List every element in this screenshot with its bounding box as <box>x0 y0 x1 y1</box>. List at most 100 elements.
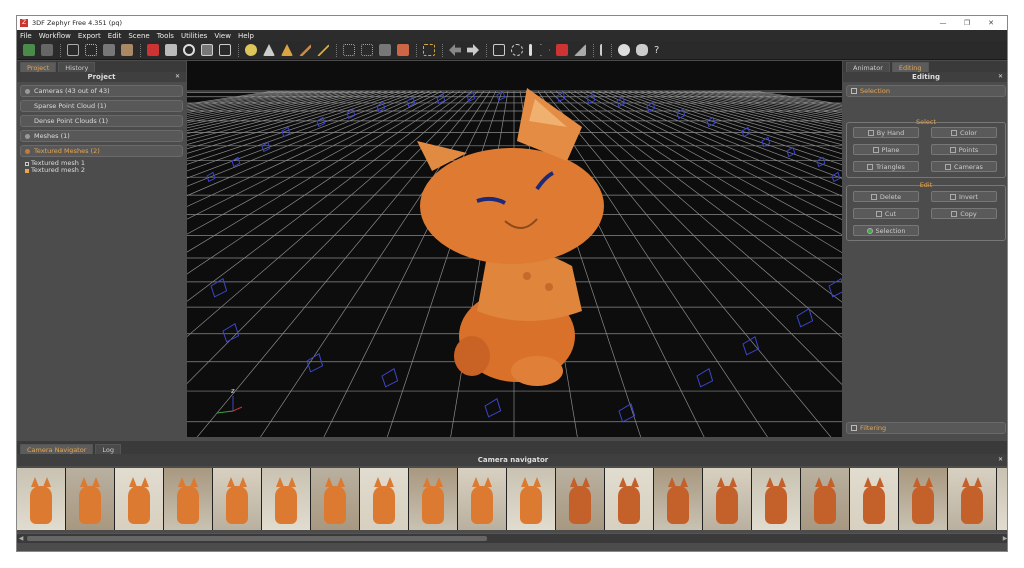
camera-icon[interactable] <box>165 44 177 56</box>
ruler-icon[interactable] <box>529 44 532 56</box>
camera-thumbnail[interactable] <box>899 468 947 530</box>
save-project-icon[interactable] <box>41 44 53 56</box>
scroll-left-arrow-icon[interactable]: ◀ <box>17 534 25 543</box>
filtering-section-header[interactable]: Filtering <box>846 422 1006 434</box>
tab-history[interactable]: History <box>58 62 96 72</box>
scene-canvas[interactable]: z <box>187 61 842 437</box>
edit-selection-button[interactable]: Selection <box>853 225 919 236</box>
redo-icon[interactable] <box>467 44 479 56</box>
menu-edit[interactable]: Edit <box>108 32 122 40</box>
edit-mesh-icon[interactable] <box>397 44 409 56</box>
camera-thumbnail[interactable] <box>605 468 653 530</box>
points-view-icon[interactable] <box>263 44 275 56</box>
sparse-cloud-icon[interactable] <box>67 44 79 56</box>
project-item-cameras[interactable]: Cameras (43 out of 43) <box>20 85 183 97</box>
menu-file[interactable]: File <box>20 32 32 40</box>
tab-camera-navigator[interactable]: Camera Navigator <box>20 444 94 454</box>
camera-thumbnail[interactable] <box>507 468 555 530</box>
cut-button[interactable]: Cut <box>853 208 919 219</box>
select-color-button[interactable]: Color <box>931 127 997 138</box>
3d-viewport[interactable]: z <box>187 61 842 437</box>
scrollbar-thumb[interactable] <box>27 536 487 541</box>
delete-button[interactable]: Delete <box>853 191 919 202</box>
camera-thumbnail[interactable] <box>948 468 996 530</box>
tab-animator[interactable]: Animator <box>846 62 890 72</box>
bookmark-icon[interactable] <box>556 44 568 56</box>
expand-icon[interactable] <box>25 148 30 154</box>
minimize-button[interactable]: — <box>931 16 955 30</box>
selection-box-icon[interactable] <box>423 44 435 56</box>
camera-settings-icon[interactable] <box>618 44 630 56</box>
camera-frustum[interactable] <box>696 368 714 388</box>
tab-editing[interactable]: Editing <box>891 62 929 72</box>
slope-icon[interactable] <box>574 44 586 56</box>
new-project-icon[interactable] <box>23 44 35 56</box>
camera-thumbnail[interactable] <box>458 468 506 530</box>
select-points-icon[interactable] <box>343 44 355 56</box>
brush-icon[interactable] <box>299 44 311 56</box>
expand-icon[interactable] <box>25 88 30 94</box>
dense-cloud-icon[interactable] <box>85 44 97 56</box>
project-item-dense-clouds[interactable]: Dense Point Clouds (1) <box>20 115 183 127</box>
menu-help[interactable]: Help <box>238 32 254 40</box>
select-triangles-button[interactable]: Triangles <box>853 161 919 172</box>
tab-log[interactable]: Log <box>95 444 122 454</box>
camera-frustum[interactable] <box>816 156 826 168</box>
select-plane-button[interactable]: Plane <box>853 144 919 155</box>
bounding-box-icon[interactable] <box>379 44 391 56</box>
rotate-icon[interactable] <box>511 44 523 56</box>
menu-view[interactable]: View <box>214 32 231 40</box>
camera-frustum[interactable] <box>646 101 656 113</box>
project-item-meshes[interactable]: Meshes (1) <box>20 130 183 142</box>
select-by-hand-button[interactable]: By Hand <box>853 127 919 138</box>
textured-mesh-2-item[interactable]: Textured mesh 2 <box>25 167 186 174</box>
control-point-icon[interactable] <box>147 44 159 56</box>
copy-button[interactable]: Copy <box>931 208 997 219</box>
select-points-button[interactable]: Points <box>931 144 997 155</box>
camera-thumbnail[interactable] <box>752 468 800 530</box>
mesh-icon[interactable] <box>103 44 115 56</box>
camera-frustum[interactable] <box>618 403 636 423</box>
camera-thumbnail[interactable] <box>17 468 65 530</box>
close-panel-icon[interactable]: ✕ <box>998 454 1003 466</box>
camera-frustum[interactable] <box>316 116 326 128</box>
tripod-icon[interactable] <box>600 44 604 56</box>
selection-section-header[interactable]: Selection <box>846 85 1006 97</box>
camera-thumbnail[interactable] <box>850 468 898 530</box>
textured-mesh-icon[interactable] <box>121 44 133 56</box>
select-cameras-button[interactable]: Cameras <box>931 161 997 172</box>
camera-frustum[interactable] <box>742 336 760 356</box>
camera-thumbnail[interactable] <box>360 468 408 530</box>
menu-scene[interactable]: Scene <box>128 32 149 40</box>
scroll-right-arrow-icon[interactable]: ▶ <box>1001 534 1007 543</box>
menu-tools[interactable]: Tools <box>157 32 174 40</box>
project-item-textured-meshes[interactable]: Textured Meshes (2) <box>20 145 183 157</box>
camera-frustum[interactable] <box>796 308 814 328</box>
mask-icon[interactable] <box>636 44 648 56</box>
menu-utilities[interactable]: Utilities <box>181 32 207 40</box>
close-window-button[interactable]: ✕ <box>979 16 1003 30</box>
camera-frustum[interactable] <box>484 398 502 418</box>
pan-icon[interactable] <box>201 44 213 56</box>
invert-button[interactable]: Invert <box>931 191 997 202</box>
lightbulb-icon[interactable] <box>245 44 257 56</box>
camera-thumbnail[interactable] <box>213 468 261 530</box>
close-panel-icon[interactable]: ✕ <box>175 72 180 82</box>
mesh-view-icon[interactable] <box>281 44 293 56</box>
camera-thumbnail[interactable] <box>311 468 359 530</box>
camera-frustum[interactable] <box>381 368 399 388</box>
camera-thumbnail[interactable] <box>115 468 163 530</box>
play-icon[interactable] <box>540 44 550 56</box>
maximize-button[interactable]: ❐ <box>955 16 979 30</box>
camera-thumbnail[interactable] <box>556 468 604 530</box>
camera-thumbnail[interactable] <box>164 468 212 530</box>
measure-icon[interactable] <box>493 44 505 56</box>
camera-thumbnail[interactable] <box>262 468 310 530</box>
expand-icon[interactable] <box>25 133 30 139</box>
camera-thumbnail[interactable] <box>654 468 702 530</box>
fit-view-icon[interactable] <box>219 44 231 56</box>
close-panel-icon[interactable]: ✕ <box>998 72 1003 82</box>
camera-thumbnail[interactable] <box>997 468 1007 530</box>
thumbnail-scrollbar[interactable]: ◀ ▶ <box>17 533 1007 543</box>
menu-export[interactable]: Export <box>78 32 101 40</box>
